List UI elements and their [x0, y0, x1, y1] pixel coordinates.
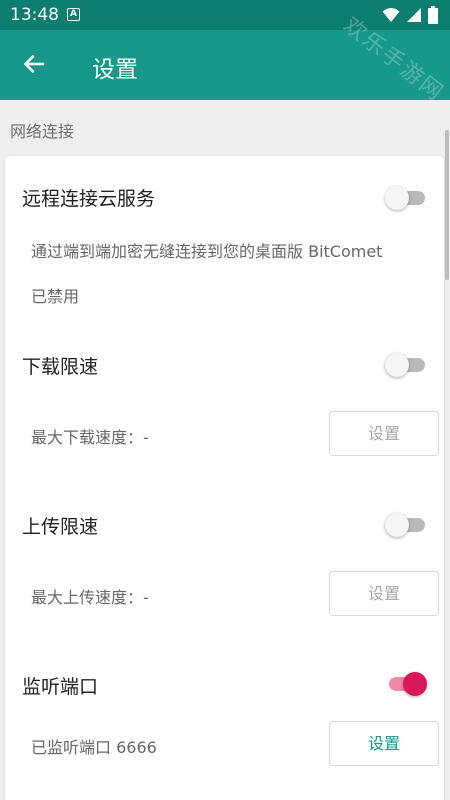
arrow-left-icon	[24, 55, 45, 73]
switch-thumb	[385, 186, 409, 210]
cell-signal-icon	[407, 8, 421, 22]
download-limit-set-button[interactable]: 设置	[329, 411, 439, 456]
listen-port-switch[interactable]	[385, 671, 427, 697]
section-header-network: 网络连接	[10, 122, 75, 141]
a-notification-icon: A	[67, 8, 80, 21]
status-bar: 13:48 A	[0, 0, 450, 30]
status-time: 13:48	[10, 5, 59, 25]
switch-thumb	[385, 513, 409, 537]
download-limit-description: 最大下载速度：-	[31, 428, 149, 447]
remote-service-title: 远程连接云服务	[22, 188, 156, 210]
back-button[interactable]	[14, 44, 54, 84]
settings-card: 远程连接云服务 通过端到端加密无缝连接到您的桌面版 BitComet 已禁用 下…	[5, 156, 444, 800]
upload-limit-description: 最大上传速度：-	[31, 588, 149, 607]
download-limit-title: 下载限速	[22, 356, 99, 378]
page-title: 设置	[92, 57, 138, 83]
status-icons	[382, 6, 438, 24]
download-limit-switch[interactable]	[385, 352, 427, 378]
listen-port-set-button[interactable]: 设置	[329, 721, 439, 766]
remote-service-switch[interactable]	[385, 185, 427, 211]
switch-thumb	[403, 672, 427, 696]
battery-icon	[428, 6, 438, 24]
wifi-icon	[382, 8, 400, 22]
scrollbar[interactable]	[445, 130, 449, 280]
app-bar: 设置	[0, 30, 450, 100]
listen-port-description: 已监听端口 6666	[31, 738, 157, 757]
upload-limit-set-button[interactable]: 设置	[329, 571, 439, 616]
listen-port-title: 监听端口	[22, 676, 99, 698]
remote-service-description: 通过端到端加密无缝连接到您的桌面版 BitComet	[31, 242, 383, 261]
switch-thumb	[385, 353, 409, 377]
remote-service-status: 已禁用	[31, 287, 80, 306]
upload-limit-title: 上传限速	[22, 516, 99, 538]
upload-limit-switch[interactable]	[385, 512, 427, 538]
